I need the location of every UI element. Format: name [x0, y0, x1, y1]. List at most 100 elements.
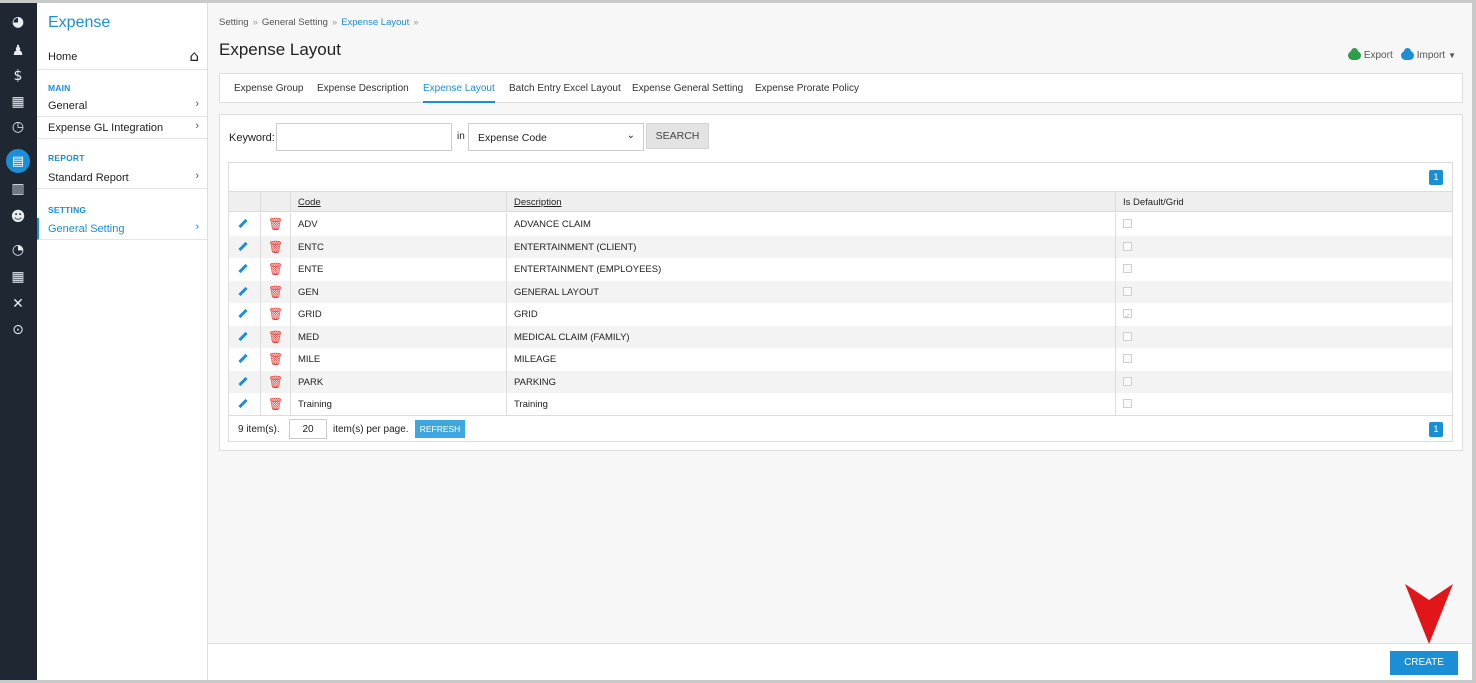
user-icon[interactable]: ☻ — [9, 208, 27, 226]
breadcrumb-separator: » — [331, 17, 338, 28]
table-row: 🗑 GRID GRID — [229, 303, 1452, 328]
sidebar-item-expense-gl-integration[interactable]: Expense GL Integration › — [37, 117, 207, 139]
chevron-right-icon: › — [195, 120, 199, 132]
red-arrow-annotation — [1405, 584, 1453, 644]
cell-is-default — [1115, 280, 1452, 303]
pencil-icon — [238, 398, 248, 409]
in-label: in — [457, 131, 465, 142]
bottom-action-bar: CREATE — [208, 643, 1472, 680]
delete-button[interactable]: 🗑 — [260, 213, 290, 236]
header-description[interactable]: Description — [506, 192, 1115, 212]
tab-batch-entry-excel-layout[interactable]: Batch Entry Excel Layout — [509, 74, 621, 103]
trash-icon: 🗑 — [268, 262, 284, 276]
header-code[interactable]: Code — [290, 192, 506, 212]
caret-down-icon: ▼ — [1448, 51, 1456, 60]
trash-icon: 🗑 — [268, 284, 284, 299]
search-button[interactable]: SEARCH — [646, 123, 709, 149]
search-field-select[interactable]: Expense Code ⌄ — [468, 123, 644, 151]
breadcrumb-setting[interactable]: Setting — [219, 17, 249, 28]
delete-button[interactable]: 🗑 — [260, 258, 290, 281]
pencil-icon — [238, 263, 248, 274]
table-row: 🗑 Training Training — [229, 393, 1452, 416]
dashboard-icon[interactable]: ◕ — [9, 13, 27, 31]
per-page-input[interactable]: 20 — [289, 419, 327, 439]
is-default-checkbox — [1123, 376, 1132, 386]
edit-button[interactable] — [229, 213, 260, 236]
delete-button[interactable]: 🗑 — [260, 393, 290, 416]
is-default-checkbox — [1123, 399, 1132, 408]
sidebar-item-general[interactable]: General › — [37, 95, 207, 117]
is-default-checkbox — [1123, 219, 1132, 228]
is-default-checkbox — [1123, 354, 1132, 363]
tab-bar: Expense Group Expense Description Expens… — [219, 73, 1463, 103]
page-number-button[interactable]: 1 — [1429, 422, 1443, 437]
cell-code: GRID — [290, 303, 506, 326]
item-count: 9 item(s). — [238, 424, 280, 435]
tools-icon[interactable]: ✕ — [9, 295, 27, 313]
breadcrumb-separator: » — [413, 17, 419, 28]
pencil-icon — [238, 331, 248, 341]
sidebar-item-standard-report[interactable]: Standard Report › — [37, 167, 207, 189]
cell-code: ADV — [290, 213, 506, 236]
chart-icon[interactable]: ◔ — [9, 241, 27, 259]
keyword-label: Keyword: — [229, 132, 275, 144]
header-delete-col — [260, 192, 290, 212]
refresh-button[interactable]: REFRESH — [415, 420, 465, 438]
cell-description: ENTERTAINMENT (EMPLOYEES) — [506, 258, 1115, 281]
delete-button[interactable]: 🗑 — [260, 348, 290, 371]
trash-icon: 🗑 — [268, 352, 284, 366]
pencil-icon — [238, 353, 248, 364]
sidebar-item-home[interactable]: Home ⌂ — [37, 44, 207, 70]
cell-description: MEDICAL CLAIM (FAMILY) — [506, 325, 1115, 348]
pencil-icon — [238, 376, 248, 386]
tab-expense-description[interactable]: Expense Description — [317, 74, 409, 103]
upload-icon[interactable]: ⊙ — [9, 321, 27, 339]
leave-icon[interactable]: ▥ — [9, 180, 27, 198]
pencil-icon — [238, 218, 248, 229]
import-button[interactable]: Import ▼ — [1400, 48, 1456, 61]
keyword-input[interactable] — [276, 123, 452, 151]
table-row: 🗑 ADV ADVANCE CLAIM — [229, 213, 1452, 236]
tab-expense-general-setting[interactable]: Expense General Setting — [632, 74, 743, 103]
trash-icon: 🗑 — [268, 397, 284, 411]
delete-button[interactable]: 🗑 — [260, 303, 290, 326]
header-is-default-grid: Is Default/Grid — [1115, 192, 1452, 212]
sidebar-item-label: General Setting — [48, 223, 125, 235]
sidebar: Expense Home ⌂ MAIN General › Expense GL… — [37, 3, 208, 680]
app-title: Expense — [48, 14, 111, 31]
cell-code: ENTC — [290, 235, 506, 258]
edit-button[interactable] — [229, 326, 260, 349]
time-icon[interactable]: ◷ — [9, 118, 27, 136]
export-button[interactable]: Export — [1347, 48, 1393, 61]
tab-expense-group[interactable]: Expense Group — [234, 74, 304, 103]
people-icon[interactable]: ♟ — [9, 42, 27, 60]
edit-button[interactable] — [229, 348, 260, 371]
edit-button[interactable] — [229, 236, 260, 259]
cell-code: PARK — [290, 370, 506, 393]
edit-button[interactable] — [229, 281, 260, 304]
expense-icon[interactable]: ▤ — [6, 149, 30, 173]
sidebar-item-general-setting[interactable]: General Setting › — [37, 218, 207, 240]
is-default-checkbox — [1123, 305, 1132, 328]
create-button[interactable]: CREATE — [1390, 651, 1458, 675]
table-row: 🗑 PARK PARKING — [229, 370, 1452, 394]
search-field-value: Expense Code — [478, 132, 547, 144]
calendar-icon[interactable]: ▦ — [9, 93, 27, 111]
edit-button[interactable] — [229, 371, 260, 394]
table-icon[interactable]: ▦ — [9, 268, 27, 286]
edit-button[interactable] — [229, 393, 260, 416]
delete-button[interactable]: 🗑 — [260, 370, 290, 393]
delete-button[interactable]: 🗑 — [260, 280, 290, 303]
tab-expense-prorate-policy[interactable]: Expense Prorate Policy — [755, 74, 859, 103]
tab-expense-layout[interactable]: Expense Layout — [423, 74, 495, 103]
page-title: Expense Layout — [219, 40, 341, 59]
home-icon: ⌂ — [189, 47, 199, 65]
delete-button[interactable]: 🗑 — [260, 235, 290, 258]
breadcrumb-general-setting[interactable]: General Setting — [262, 17, 328, 28]
pencil-icon — [238, 286, 248, 296]
edit-button[interactable] — [229, 303, 260, 326]
edit-button[interactable] — [229, 258, 260, 281]
delete-button[interactable]: 🗑 — [260, 325, 290, 348]
page-number-button[interactable]: 1 — [1429, 170, 1443, 185]
payroll-icon[interactable]: $ — [9, 67, 27, 85]
